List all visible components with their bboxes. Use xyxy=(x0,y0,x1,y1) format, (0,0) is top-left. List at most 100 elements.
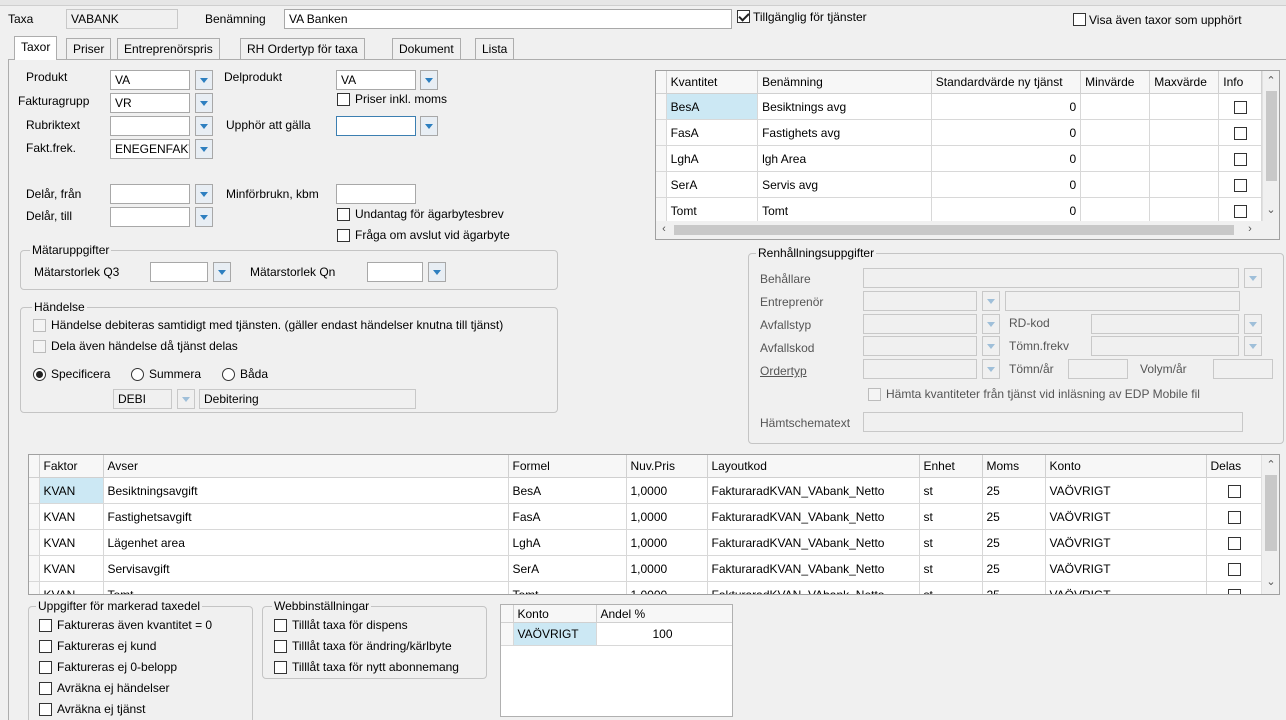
bada-radio[interactable] xyxy=(222,368,235,381)
upphor-field[interactable] xyxy=(336,116,416,136)
standardvarde-cell[interactable]: 0 xyxy=(931,171,1082,198)
formel-cell[interactable]: FasA xyxy=(508,503,627,530)
rubriktext-field[interactable] xyxy=(110,116,190,136)
specificera-radio[interactable] xyxy=(33,368,46,381)
kvantitet-cell[interactable]: SerA xyxy=(666,171,759,198)
fakturagrupp-field[interactable]: VR xyxy=(110,93,190,113)
tab-lista[interactable]: Lista xyxy=(475,38,515,59)
delas-cell[interactable] xyxy=(1206,555,1262,582)
avser-cell[interactable]: Besiktningsavgift xyxy=(103,477,509,504)
info-cell[interactable] xyxy=(1218,145,1262,172)
scroll-up-icon[interactable]: ⌃ xyxy=(1263,458,1279,471)
kvantitet-cell[interactable]: LghA xyxy=(666,145,759,172)
moms-cell[interactable]: 25 xyxy=(982,477,1046,504)
layoutkod-cell[interactable]: FakturaradKVAN_VAbank_Netto xyxy=(707,503,920,530)
info-cell[interactable] xyxy=(1218,171,1262,198)
row-header[interactable] xyxy=(29,555,40,582)
faktor-cell[interactable]: KVAN xyxy=(39,503,104,530)
benamning-cell[interactable]: Servis avg xyxy=(757,171,932,198)
produkt-dropdown[interactable] xyxy=(195,70,213,90)
row-header[interactable] xyxy=(656,197,667,224)
benamning-cell[interactable]: lgh Area xyxy=(757,145,932,172)
matar-q3-field[interactable] xyxy=(150,262,208,282)
taxedel-option-checkbox[interactable] xyxy=(39,703,52,716)
rdkod-field[interactable] xyxy=(1091,314,1239,334)
rdkod-dropdown[interactable] xyxy=(1244,314,1262,334)
faktor-cell[interactable]: KVAN xyxy=(39,555,104,582)
layoutkod-cell[interactable]: FakturaradKVAN_VAbank_Netto xyxy=(707,581,920,594)
maxvarde-cell[interactable] xyxy=(1149,145,1220,172)
visa-upphort-checkbox[interactable] xyxy=(1073,13,1086,26)
info-checkbox[interactable] xyxy=(1234,204,1248,218)
faktor-cell[interactable]: KVAN xyxy=(39,529,104,556)
formel-cell[interactable]: SerA xyxy=(508,555,627,582)
delar-till-dropdown[interactable] xyxy=(195,207,213,227)
rubriktext-dropdown[interactable] xyxy=(195,116,213,136)
entreprenor-field[interactable] xyxy=(863,291,977,311)
tab-entreprenorspris[interactable]: Entreprenörspris xyxy=(117,38,220,59)
hamtschema-field[interactable] xyxy=(863,412,1243,432)
hamta-kvantiteter-checkbox[interactable] xyxy=(868,388,881,401)
matar-qn-field[interactable] xyxy=(367,262,423,282)
taxa-field[interactable]: VABANK xyxy=(66,9,178,29)
col-info[interactable]: Info xyxy=(1218,71,1262,94)
col-faktor[interactable]: Faktor xyxy=(39,455,104,478)
konto-grid[interactable]: Konto Andel % VAÖVRIGT 100 xyxy=(500,604,733,717)
taxedel-option-checkbox[interactable] xyxy=(39,682,52,695)
minforbrukn-field[interactable] xyxy=(336,184,416,204)
avser-cell[interactable]: Servisavgift xyxy=(103,555,509,582)
minvarde-cell[interactable] xyxy=(1080,197,1151,224)
minvarde-cell[interactable] xyxy=(1080,119,1151,146)
standardvarde-cell[interactable]: 0 xyxy=(931,93,1082,120)
scroll-right-icon[interactable]: › xyxy=(1242,223,1258,235)
delar-fran-field[interactable] xyxy=(110,184,190,204)
faktfrek-dropdown[interactable] xyxy=(195,139,213,159)
benamning-field[interactable]: VA Banken xyxy=(284,9,732,29)
delar-till-field[interactable] xyxy=(110,207,190,227)
faktor-vscrollbar[interactable]: ⌃ ⌄ xyxy=(1261,455,1279,594)
andel-cell[interactable]: 100 xyxy=(596,622,732,646)
delprodukt-dropdown[interactable] xyxy=(420,70,438,90)
delas-checkbox[interactable] xyxy=(1227,536,1241,550)
kvantitet-vscrollbar[interactable]: ⌃ ⌄ xyxy=(1262,71,1279,221)
upphor-dropdown[interactable] xyxy=(420,116,438,136)
faktor-cell[interactable]: KVAN xyxy=(39,581,104,594)
faktfrek-field[interactable]: ENEGENFAKT xyxy=(110,139,190,159)
tillganglig-checkbox[interactable] xyxy=(737,10,750,23)
maxvarde-cell[interactable] xyxy=(1149,119,1220,146)
kvantitet-scroll-thumb[interactable] xyxy=(1266,91,1277,181)
kvantitet-row[interactable]: LghA lgh Area 0 xyxy=(656,145,1262,172)
nuv-pris-cell[interactable]: 1,0000 xyxy=(626,555,708,582)
delprodukt-field[interactable]: VA xyxy=(336,70,416,90)
ordertyp-dropdown[interactable] xyxy=(982,359,1000,379)
nuv-pris-cell[interactable]: 1,0000 xyxy=(626,503,708,530)
webb-option-checkbox[interactable] xyxy=(274,619,287,632)
entreprenor-namn-field[interactable] xyxy=(1005,291,1240,311)
col-enhet[interactable]: Enhet xyxy=(919,455,983,478)
info-cell[interactable] xyxy=(1218,119,1262,146)
row-header[interactable] xyxy=(656,145,667,172)
info-checkbox[interactable] xyxy=(1234,126,1248,140)
col-konto[interactable]: Konto xyxy=(513,605,597,623)
kvantitet-row[interactable]: SerA Servis avg 0 xyxy=(656,171,1262,198)
delas-checkbox[interactable] xyxy=(1227,562,1241,576)
nuv-pris-cell[interactable]: 1,0000 xyxy=(626,581,708,594)
faktor-row[interactable]: KVAN Fastighetsavgift FasA 1,0000 Fakturarad… xyxy=(29,503,1262,530)
avser-cell[interactable]: Fastighetsavgift xyxy=(103,503,509,530)
dela-handelse-checkbox[interactable] xyxy=(33,340,46,353)
behallare-field[interactable] xyxy=(863,268,1239,288)
matar-qn-dropdown[interactable] xyxy=(428,262,446,282)
handelse-desc-field[interactable]: Debitering xyxy=(199,389,416,409)
kvantitet-cell[interactable]: FasA xyxy=(666,119,759,146)
delas-checkbox[interactable] xyxy=(1227,484,1241,498)
faktor-row[interactable]: KVAN Tomt Tomt 1,0000 FakturaradKVAN_VAbank_… xyxy=(29,581,1262,594)
delas-cell[interactable] xyxy=(1206,529,1262,556)
konto-cell[interactable]: VAÖVRIGT xyxy=(1045,555,1207,582)
delar-fran-dropdown[interactable] xyxy=(195,184,213,204)
col-minvarde[interactable]: Minvärde xyxy=(1080,71,1151,94)
moms-cell[interactable]: 25 xyxy=(982,503,1046,530)
col-nuv-pris[interactable]: Nuv.Pris xyxy=(626,455,708,478)
col-formel[interactable]: Formel xyxy=(508,455,627,478)
taxedel-option-checkbox[interactable] xyxy=(39,661,52,674)
kvantitet-cell[interactable]: BesA xyxy=(666,93,759,120)
